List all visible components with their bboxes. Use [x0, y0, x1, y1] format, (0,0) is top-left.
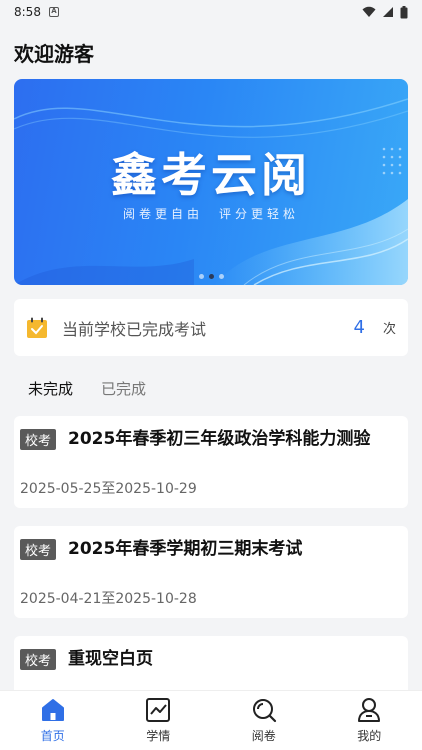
- tab-completed[interactable]: 已完成: [101, 378, 146, 405]
- exam-title: 重现空白页: [68, 649, 154, 669]
- wifi-icon: [362, 6, 376, 17]
- banner-subtitle: 阅卷更自由 评分更轻松: [122, 207, 299, 221]
- sim-icon: A: [48, 7, 59, 17]
- exam-card[interactable]: 校考 2025年春季学期初三期末考试 2025-04-21至2025-10-28: [14, 526, 408, 618]
- search-icon: [252, 699, 276, 723]
- home-icon: [41, 699, 64, 721]
- completed-exams-count: 4: [353, 317, 365, 338]
- exam-type-badge: 校考: [20, 539, 57, 560]
- calendar-check-icon: [27, 317, 47, 338]
- signal-icon: [383, 7, 393, 17]
- completed-exams-card: 当前学校已完成考试 4 次: [14, 299, 408, 356]
- exam-type-badge: 校考: [20, 649, 57, 670]
- carousel-dot: [198, 274, 204, 279]
- exam-title: 2025年春季初三年级政治学科能力测验: [68, 429, 371, 449]
- nav-label: 阅卷: [251, 729, 276, 743]
- nav-profile[interactable]: 我的: [329, 697, 409, 744]
- chart-icon: [146, 698, 171, 722]
- completed-exams-label: 当前学校已完成考试: [62, 319, 207, 339]
- carousel-indicator: [14, 274, 408, 279]
- nav-label: 学情: [146, 729, 171, 743]
- nav-label: 首页: [40, 729, 65, 743]
- banner-title: 鑫考云阅: [111, 148, 311, 202]
- exam-type-badge: 校考: [20, 429, 57, 450]
- tab-incomplete[interactable]: 未完成: [28, 378, 73, 405]
- nav-analytics[interactable]: 学情: [118, 697, 198, 744]
- page-title: 欢迎游客: [14, 42, 94, 66]
- nav-label: 我的: [357, 729, 382, 743]
- status-bar: 8:58 A: [0, 0, 422, 24]
- carousel-dot-active: [208, 274, 214, 279]
- exam-status-tabs: 未完成 已完成: [28, 378, 146, 405]
- completed-exams-unit: 次: [382, 322, 396, 337]
- exam-card[interactable]: 校考 2025年春季初三年级政治学科能力测验 2025-05-25至2025-1…: [14, 416, 408, 508]
- exam-date-range: 2025-04-21至2025-10-28: [20, 591, 197, 607]
- user-icon: [358, 698, 381, 722]
- status-time: 8:58: [14, 5, 41, 19]
- exam-date-range: 2025-05-25至2025-10-29: [20, 481, 197, 497]
- bottom-navigation: 首页 学情 阅卷 我的: [0, 690, 422, 750]
- battery-icon: [400, 5, 408, 18]
- nav-grading[interactable]: 阅卷: [224, 697, 304, 744]
- exam-title: 2025年春季学期初三期末考试: [68, 539, 303, 559]
- banner-carousel[interactable]: 鑫考云阅 阅卷更自由 评分更轻松: [14, 79, 408, 285]
- carousel-dot: [218, 274, 224, 279]
- nav-home[interactable]: 首页: [13, 697, 93, 744]
- exam-card[interactable]: 校考 重现空白页: [14, 636, 408, 696]
